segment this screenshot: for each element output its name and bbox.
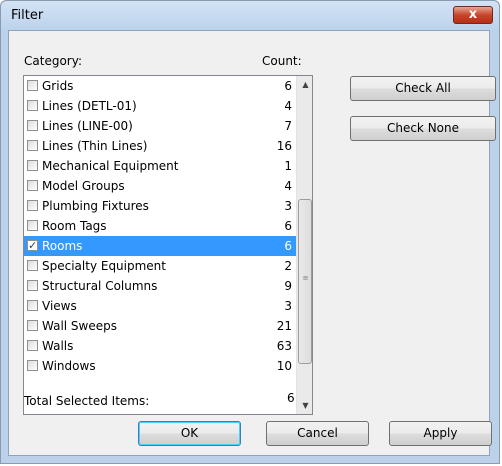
- item-name: Room Tags: [42, 219, 107, 233]
- item-checkbox[interactable]: [27, 100, 38, 111]
- scroll-down-arrow-icon[interactable]: ▼: [297, 397, 312, 414]
- close-button[interactable]: x: [453, 6, 493, 24]
- list-item[interactable]: Lines (DETL-01) 4: [24, 96, 296, 116]
- grip-icon: ≡: [302, 274, 309, 282]
- item-count: 1: [284, 159, 292, 173]
- scroll-thumb[interactable]: ≡: [298, 199, 312, 364]
- item-name: Wall Sweeps: [42, 319, 117, 333]
- list-scrollbar[interactable]: ▲ ≡ ▼: [296, 76, 312, 414]
- item-count: 4: [284, 99, 292, 113]
- cancel-button[interactable]: Cancel: [266, 421, 369, 446]
- category-list[interactable]: Grids 6 Lines (DETL-01) 4 Lines (LINE-00) 7 Li…: [23, 75, 313, 415]
- count-label: Count:: [262, 54, 302, 68]
- list-item[interactable]: Lines (Thin Lines) 16: [24, 136, 296, 156]
- list-item[interactable]: Windows 10: [24, 356, 296, 376]
- ok-button[interactable]: OK: [138, 421, 241, 446]
- list-item[interactable]: Views 3: [24, 296, 296, 316]
- item-count: 21: [276, 319, 292, 333]
- item-count: 4: [284, 179, 292, 193]
- item-count: 16: [276, 139, 292, 153]
- apply-button[interactable]: Apply: [389, 421, 492, 446]
- item-count: 6: [284, 219, 292, 233]
- list-item[interactable]: Plumbing Fixtures 3: [24, 196, 296, 216]
- item-checkbox[interactable]: [27, 260, 38, 271]
- list-item[interactable]: Specialty Equipment 2: [24, 256, 296, 276]
- item-name: Model Groups: [42, 179, 125, 193]
- item-name: Lines (Thin Lines): [42, 139, 148, 153]
- item-checkbox[interactable]: [27, 340, 38, 351]
- item-checkbox[interactable]: [27, 140, 38, 151]
- list-item[interactable]: Model Groups 4: [24, 176, 296, 196]
- item-name: Structural Columns: [42, 279, 158, 293]
- list-item[interactable]: Rooms 6: [24, 236, 296, 256]
- check-none-button[interactable]: Check None: [350, 116, 496, 141]
- item-checkbox[interactable]: [27, 120, 38, 131]
- item-checkbox[interactable]: [27, 280, 38, 291]
- item-checkbox[interactable]: [27, 200, 38, 211]
- check-all-button[interactable]: Check All: [350, 76, 496, 101]
- list-item[interactable]: Mechanical Equipment 1: [24, 156, 296, 176]
- item-checkbox[interactable]: [27, 180, 38, 191]
- item-checkbox[interactable]: [27, 360, 38, 371]
- total-selected-label: Total Selected Items:: [24, 394, 150, 408]
- item-checkbox[interactable]: [27, 80, 38, 91]
- item-name: Lines (LINE-00): [42, 119, 133, 133]
- list-item[interactable]: Wall Sweeps 21: [24, 316, 296, 336]
- item-count: 63: [276, 339, 292, 353]
- item-count: 2: [284, 259, 292, 273]
- item-name: Grids: [42, 79, 74, 93]
- scroll-up-arrow-icon[interactable]: ▲: [297, 76, 312, 93]
- item-name: Mechanical Equipment: [42, 159, 179, 173]
- item-checkbox[interactable]: [27, 320, 38, 331]
- item-name: Rooms: [42, 239, 83, 253]
- item-count: 6: [284, 79, 292, 93]
- item-name: Lines (DETL-01): [42, 99, 137, 113]
- item-count: 10: [276, 359, 292, 373]
- list-item[interactable]: Lines (LINE-00) 7: [24, 116, 296, 136]
- dialog-title: Filter: [11, 8, 44, 23]
- item-checkbox[interactable]: [27, 160, 38, 171]
- list-item[interactable]: Room Tags 6: [24, 216, 296, 236]
- list-item[interactable]: Grids 6: [24, 76, 296, 96]
- item-name: Specialty Equipment: [42, 259, 166, 273]
- item-checkbox[interactable]: [27, 236, 38, 256]
- item-count: 3: [284, 199, 292, 213]
- item-count: 3: [284, 299, 292, 313]
- list-item[interactable]: Walls 63: [24, 336, 296, 356]
- item-count: 6: [284, 239, 292, 253]
- total-selected-value: 6: [287, 391, 295, 405]
- item-name: Views: [42, 299, 77, 313]
- item-count: 9: [284, 279, 292, 293]
- list-item[interactable]: Structural Columns 9: [24, 276, 296, 296]
- category-list-items: Grids 6 Lines (DETL-01) 4 Lines (LINE-00) 7 Li…: [24, 76, 296, 376]
- title-bar[interactable]: Filter x: [1, 1, 499, 30]
- close-icon: x: [468, 7, 478, 22]
- item-checkbox[interactable]: [27, 220, 38, 231]
- item-name: Windows: [42, 359, 96, 373]
- item-name: Walls: [42, 339, 74, 353]
- item-count: 7: [284, 119, 292, 133]
- category-label: Category:: [24, 54, 82, 68]
- item-checkbox[interactable]: [27, 300, 38, 311]
- item-name: Plumbing Fixtures: [42, 199, 149, 213]
